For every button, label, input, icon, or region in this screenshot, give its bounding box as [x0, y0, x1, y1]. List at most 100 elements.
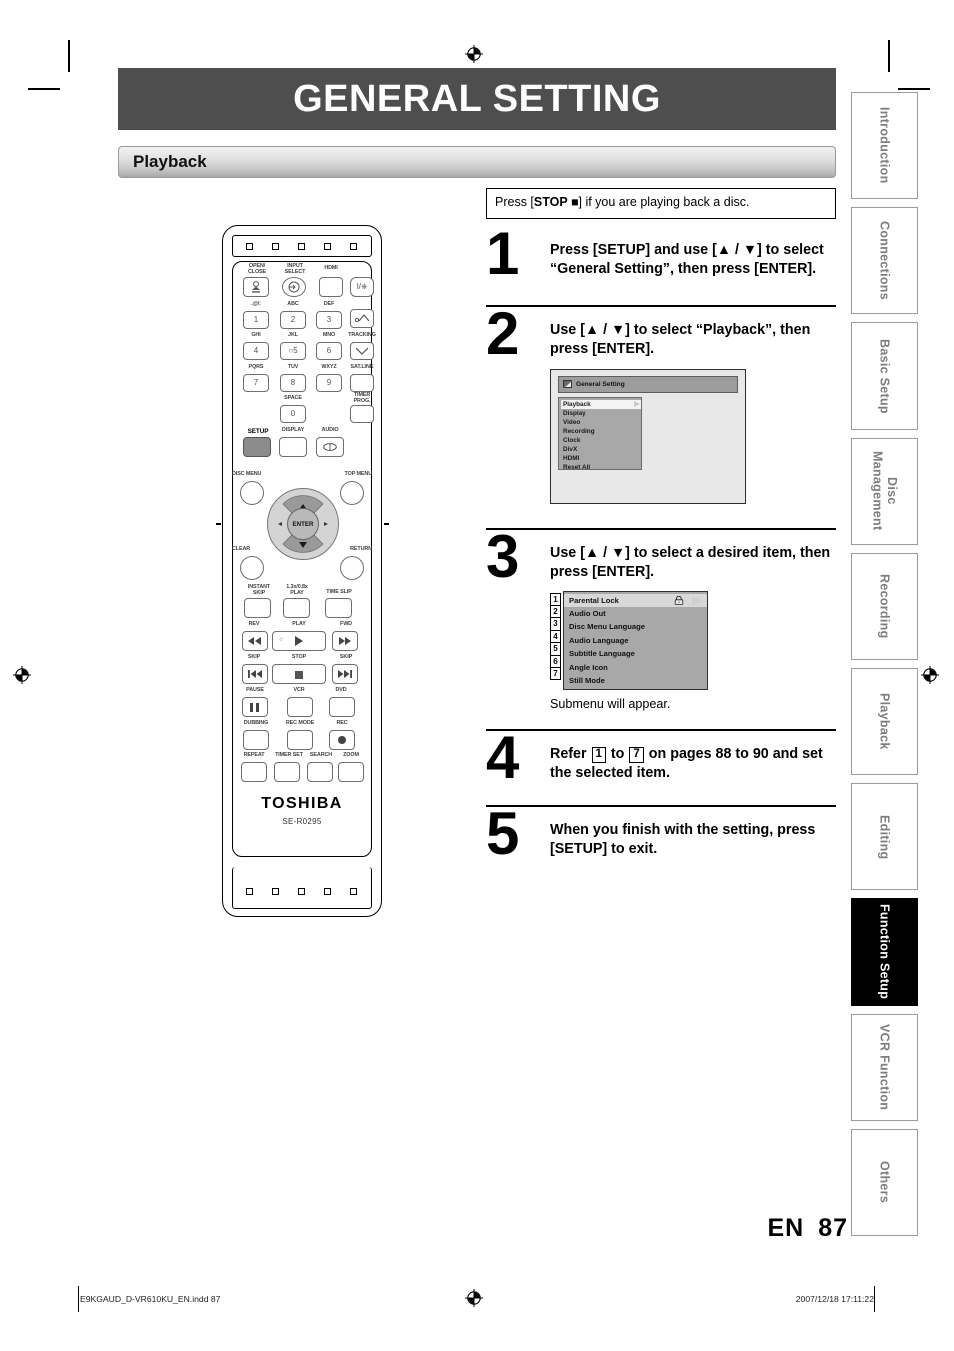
remote-key-0-digit: 0 [290, 409, 296, 418]
chapter-tab-vcr-function[interactable]: VCR Function [851, 1013, 918, 1121]
registration-mark-top [464, 44, 484, 64]
remote-control-diagram: OPEN/ CLOSE INPUT SELECT HDMI I/⎈ .@/: 1… [210, 225, 395, 917]
osd-submenu-item-label: Still Mode [569, 675, 605, 685]
osd-menu-item[interactable]: Clock [561, 436, 641, 445]
osd-submenu-index: 7 [550, 666, 561, 681]
remote-label-rev: REV [248, 621, 260, 627]
chevron-right-icon [692, 596, 702, 607]
remote-button-clear[interactable] [240, 556, 264, 580]
osd-submenu-index: 3 [550, 617, 561, 631]
chapter-tab-function-setup[interactable]: Function Setup [851, 898, 918, 1006]
step-4: 4 Refer 1 to 7 on pages 88 to 90 and set… [486, 728, 836, 788]
chapter-tab-label: Playback [877, 693, 892, 750]
osd-playback-submenu-screen: 1234567 Parental Lock Audio Out Disc Menu … [550, 590, 836, 691]
stop-note-key: STOP ■ [533, 195, 579, 209]
chapter-tab-basic-setup[interactable]: Basic Setup [851, 322, 918, 430]
stop-note: Press [STOP ■] if you are playing back a… [486, 188, 836, 219]
osd-submenu-item[interactable]: Subtitle Language [564, 647, 707, 660]
chapter-tab-connections[interactable]: Connections [851, 207, 918, 315]
remote-callout-tick-right [384, 523, 389, 525]
step-1: 1 Press [SETUP] and use [▲ / ▼] to selec… [486, 223, 836, 283]
remote-key-4-digit: 4 [253, 346, 259, 355]
osd-menu-item[interactable]: Reset All [561, 463, 641, 472]
remote-key-3-digit: 3 [326, 315, 332, 324]
crop-mark-right [898, 88, 930, 90]
osd-submenu-index: 4 [550, 629, 561, 644]
step-3-subnote: Submenu will appear. [550, 697, 671, 712]
remote-button-timer-prog[interactable] [350, 405, 374, 423]
chapter-tab-disc-management[interactable]: Disc Management [851, 437, 918, 545]
osd-submenu-index: 2 [550, 605, 561, 619]
remote-button-timer-set[interactable] [274, 762, 300, 782]
remote-button-speed-play[interactable] [283, 598, 310, 618]
osd-submenu-item[interactable]: Audio Out [564, 607, 707, 620]
remote-button-zoom[interactable] [338, 762, 364, 782]
power-icon: I/⎈ [356, 282, 368, 291]
stop-icon [295, 671, 303, 679]
step-4-ref-box-7: 7 [629, 747, 644, 763]
remote-button-rec-mode[interactable] [287, 730, 313, 750]
remote-button-instant-skip[interactable] [244, 598, 271, 618]
rewind-icon [248, 637, 261, 645]
remote-label-play: PLAY [292, 621, 306, 627]
remote-button-setup[interactable] [243, 437, 271, 457]
remote-button-return[interactable] [340, 556, 364, 580]
chapter-tab-label: Editing [877, 814, 892, 859]
remote-button-enter[interactable]: ENTER [287, 508, 319, 540]
remote-button-top-menu[interactable] [340, 481, 364, 505]
remote-led-4 [324, 243, 331, 250]
remote-label-key7-letters: PQRS [248, 364, 264, 370]
remote-label-space: SPACE [284, 395, 302, 401]
remote-button-time-slip[interactable] [325, 598, 352, 618]
osd-general-setting-screen: General Setting Playback Display Video Reco… [550, 368, 746, 504]
remote-label-skip-next: SKIP [339, 654, 353, 660]
osd-submenu-item[interactable]: Disc Menu Language [564, 620, 707, 633]
remote-label-dubbing: DUBBING [243, 720, 269, 726]
crop-mark-top-right [888, 40, 890, 72]
remote-label-setup: SETUP [247, 428, 269, 435]
remote-label-disc-menu: DISC MENU [232, 471, 262, 477]
remote-button-vcr[interactable] [287, 697, 313, 717]
section-header-bar: Playback [118, 146, 836, 178]
remote-led-5 [350, 243, 357, 250]
osd-submenu-item-label: Audio Language [569, 635, 629, 645]
remote-key-9-digit: 9 [326, 378, 332, 387]
remote-label-repeat: REPEAT [243, 752, 265, 758]
step-3-text: Use [▲ / ▼] to select a desired item, th… [550, 544, 831, 580]
osd-menu-item[interactable]: Display [561, 409, 641, 418]
tracking-up-icon [355, 314, 369, 323]
osd-submenu-item-label: Subtitle Language [569, 649, 635, 659]
chapter-tab-others[interactable]: Others [851, 1128, 918, 1236]
remote-button-sat-link[interactable] [350, 374, 374, 392]
chapter-tab-recording[interactable]: Recording [851, 552, 918, 660]
osd-submenu-item[interactable]: Parental Lock [564, 593, 707, 608]
remote-led-3 [298, 243, 305, 250]
osd-menu-item[interactable]: DivX [561, 445, 641, 454]
osd-menu-item[interactable]: Video [561, 418, 641, 427]
skip-previous-icon [248, 670, 262, 678]
osd-submenu-item[interactable]: Angle Icon [564, 661, 707, 674]
crop-mark-top-left [68, 40, 70, 72]
remote-key-2-digit: 2 [290, 315, 296, 324]
chapter-tab-playback[interactable]: Playback [851, 668, 918, 776]
osd-menu-item[interactable]: HDMI [561, 454, 641, 463]
osd-submenu-item[interactable]: Audio Language [564, 634, 707, 647]
chapter-tab-editing[interactable]: Editing [851, 783, 918, 891]
remote-button-dvd[interactable] [329, 697, 355, 717]
remote-label-time-slip: TIME SLIP [326, 589, 352, 595]
remote-button-disc-menu[interactable] [240, 481, 264, 505]
remote-play-circle-mark: ○ [279, 637, 283, 643]
osd-title-text: General Setting [576, 380, 625, 388]
remote-button-hdmi[interactable] [319, 277, 343, 297]
osd-menu-item[interactable]: Recording [561, 427, 641, 436]
remote-button-dubbing[interactable] [243, 730, 269, 750]
step-2-text: Use [▲ / ▼] to select “Playback”, then p… [550, 321, 811, 357]
remote-button-repeat[interactable] [241, 762, 267, 782]
remote-label-dvd: DVD [335, 687, 347, 693]
osd-submenu-item[interactable]: Still Mode [564, 674, 707, 687]
instruction-steps: Press [STOP ■] if you are playing back a… [486, 188, 836, 864]
chapter-tab-introduction[interactable]: Introduction [851, 92, 918, 200]
remote-button-search[interactable] [307, 762, 333, 782]
remote-button-display[interactable] [279, 437, 307, 457]
osd-menu-item[interactable]: Playback [561, 399, 641, 409]
